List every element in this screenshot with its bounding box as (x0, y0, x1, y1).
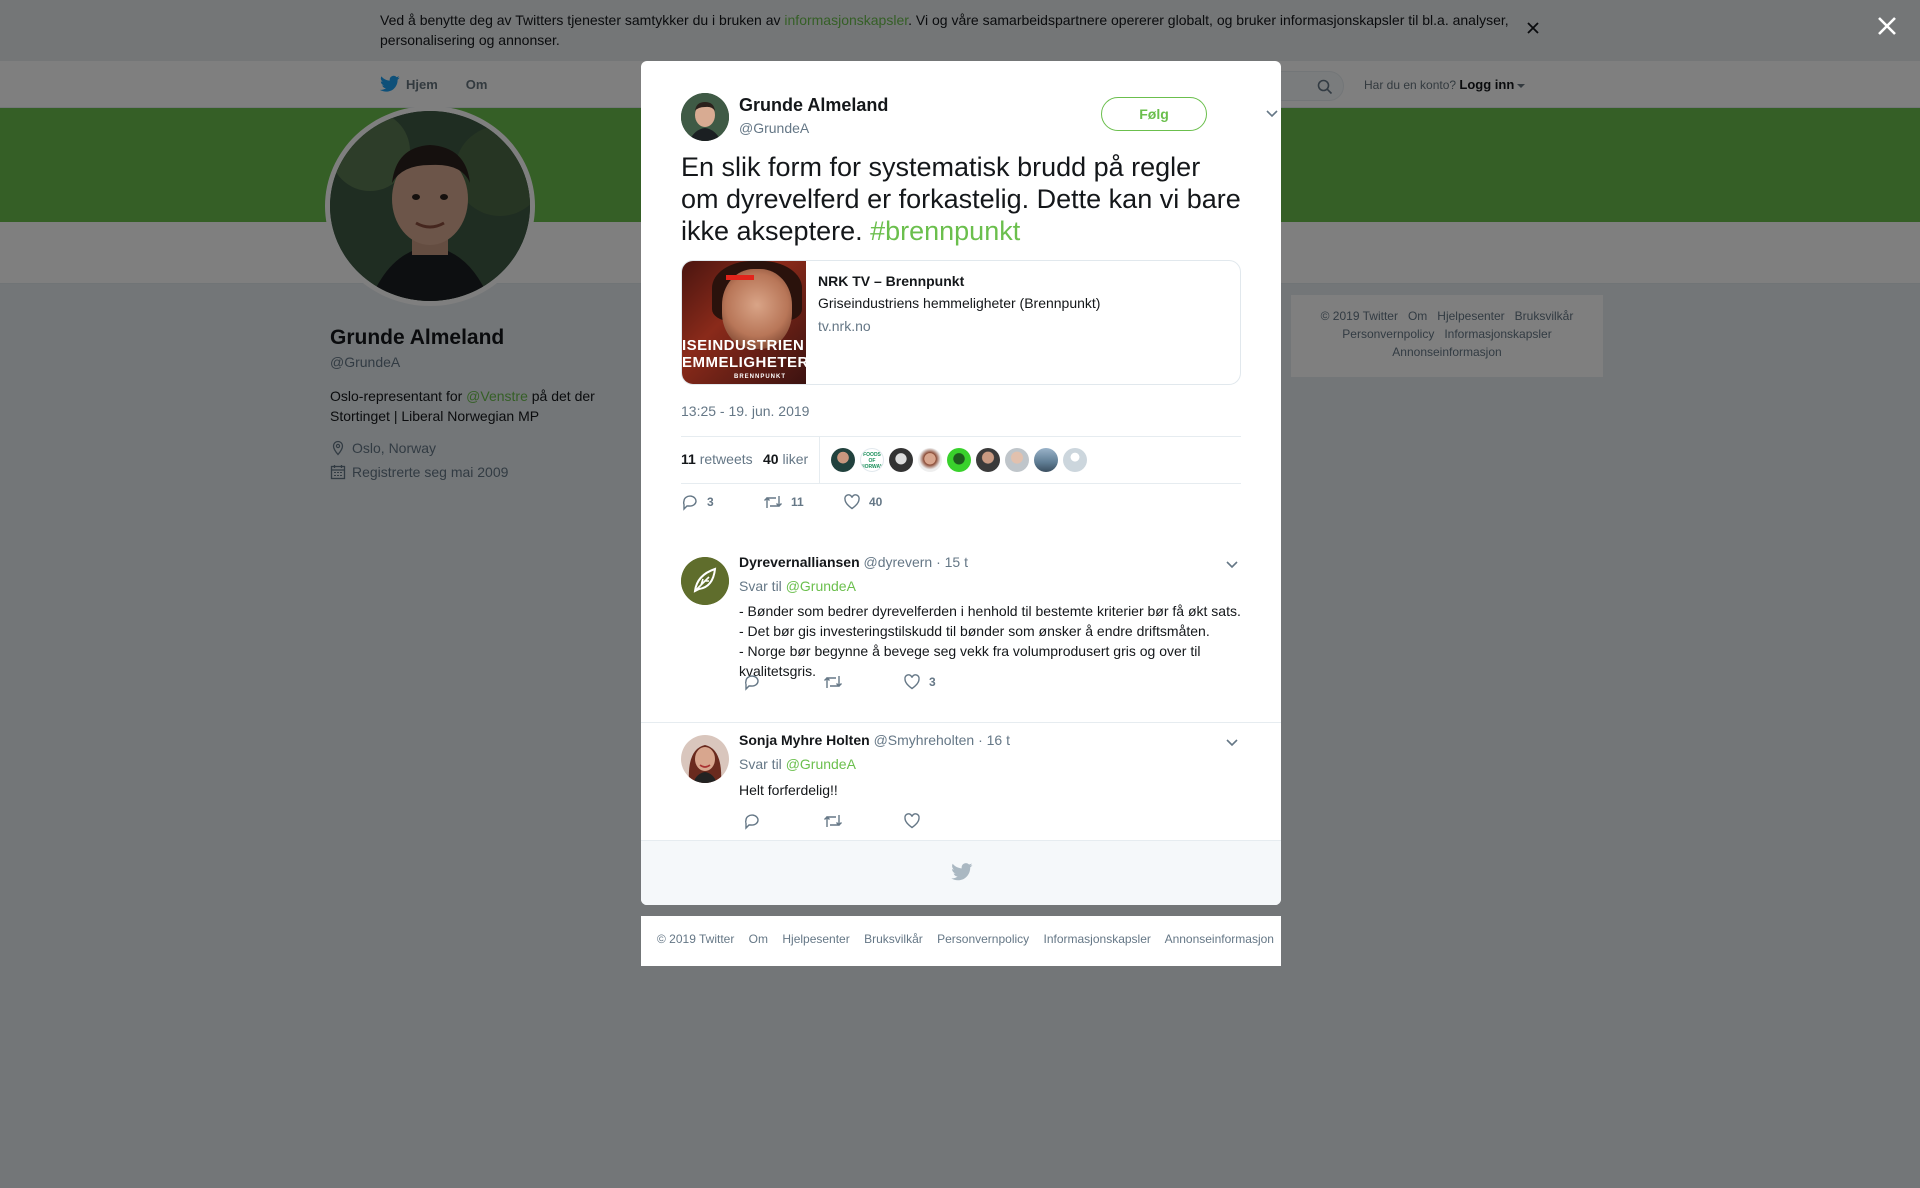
likes-stat[interactable]: 40 liker (763, 451, 808, 467)
card-domain: tv.nrk.no (818, 318, 871, 334)
liker-avatars: FOODS OF NORWAY (831, 448, 1092, 472)
retweet-action[interactable]: 11 (763, 493, 843, 511)
follow-button[interactable]: Følg (1101, 97, 1207, 131)
reply-photo (681, 735, 729, 783)
reply-author-name[interactable]: Sonja Myhre Holten (739, 732, 870, 748)
like-action[interactable]: 3 (903, 673, 936, 691)
reply-time[interactable]: · 15 t (936, 554, 968, 570)
reply-to-mention[interactable]: @GrundeA (786, 756, 856, 772)
liker-avatar[interactable] (976, 448, 1000, 472)
reply-actions: 3 (743, 673, 936, 691)
liker-avatar[interactable] (947, 448, 971, 472)
reply-avatar[interactable] (681, 735, 729, 783)
author-avatar[interactable] (681, 93, 729, 141)
reply-to: Svar til @GrundeA (739, 578, 856, 594)
modal-bottom-footer: © 2019 Twitter Om Hjelpesenter Bruksvilk… (641, 916, 1281, 966)
author-handle[interactable]: @GrundeA (739, 120, 809, 136)
link-card[interactable]: ISEINDUSTRIEN EMMELIGHETER BRENNPUNKT NR… (681, 260, 1241, 385)
modal-footer (641, 840, 1281, 905)
reply-icon[interactable] (743, 812, 761, 830)
liker-avatar[interactable] (1005, 448, 1029, 472)
twitter-bird-icon (951, 863, 973, 881)
reply-action[interactable]: 3 (681, 493, 763, 511)
footer-link[interactable]: Hjelpesenter (782, 932, 849, 946)
chevron-down-icon[interactable] (1265, 109, 1279, 119)
reply-to-mention[interactable]: @GrundeA (786, 578, 856, 594)
reply-author-name[interactable]: Dyrevernalliansen (739, 554, 860, 570)
reply-icon[interactable] (743, 673, 761, 691)
retweet-icon (764, 496, 782, 508)
footer-link[interactable]: Bruksvilkår (864, 932, 923, 946)
heart-icon (844, 494, 860, 510)
retweets-stat[interactable]: 11 retweets (681, 451, 753, 467)
tweet-modal: Grunde Almeland @GrundeA Følg En slik fo… (641, 61, 1281, 905)
liker-avatar[interactable] (889, 448, 913, 472)
reply-author-handle[interactable]: @Smyhreholten (874, 732, 975, 748)
card-description: Griseindustriens hemmeligheter (Brennpun… (818, 295, 1101, 311)
liker-avatar[interactable] (1034, 448, 1058, 472)
reply-actions (743, 812, 921, 830)
liker-avatar[interactable] (918, 448, 942, 472)
tweet-actions: 3 11 40 (681, 493, 882, 511)
liker-avatar[interactable] (831, 448, 855, 472)
reply-text: Helt forferdelig!! (739, 782, 838, 798)
tweet-header: Grunde Almeland @GrundeA Følg (681, 93, 1278, 143)
retweet-icon[interactable] (823, 812, 843, 830)
card-title: NRK TV – Brennpunkt (818, 273, 965, 289)
divider (819, 437, 820, 483)
author-photo (681, 93, 729, 141)
author-name[interactable]: Grunde Almeland (739, 95, 888, 116)
close-icon[interactable] (1873, 12, 1901, 40)
footer-link[interactable]: Om (749, 932, 768, 946)
heart-icon (904, 674, 920, 690)
tweet-text: En slik form for systematisk brudd på re… (681, 152, 1241, 246)
liker-avatar[interactable] (1063, 448, 1087, 472)
hashtag-link[interactable]: #brennpunkt (870, 216, 1020, 246)
reply-author-handle[interactable]: @dyrevern (864, 554, 933, 570)
footer-link[interactable]: © 2019 Twitter (657, 932, 734, 946)
reply-header: Sonja Myhre Holten @Smyhreholten · 16 t (739, 732, 1010, 748)
chevron-down-icon[interactable] (1225, 738, 1239, 748)
reply-to: Svar til @GrundeA (739, 756, 856, 772)
tweet-stats: 11 retweets 40 liker FOODS OF NORWAY (681, 436, 1241, 484)
card-thumbnail: ISEINDUSTRIEN EMMELIGHETER BRENNPUNKT (682, 261, 806, 384)
reply-avatar[interactable] (681, 557, 729, 605)
chevron-down-icon[interactable] (1225, 560, 1239, 570)
leaf-icon (681, 557, 729, 605)
divider (641, 722, 1281, 723)
reply-header: Dyrevernalliansen @dyrevern · 15 t (739, 554, 968, 570)
retweet-icon[interactable] (823, 673, 843, 691)
tweet-timestamp[interactable]: 13:25 - 19. jun. 2019 (681, 403, 809, 419)
like-action[interactable]: 40 (843, 493, 882, 511)
reply-time[interactable]: · 16 t (978, 732, 1010, 748)
footer-link[interactable]: Personvernpolicy (937, 932, 1029, 946)
liker-avatar[interactable]: FOODS OF NORWAY (860, 448, 884, 472)
heart-icon[interactable] (903, 812, 921, 830)
footer-link[interactable]: Annonseinformasjon (1165, 932, 1274, 946)
reply-icon (682, 495, 697, 511)
footer-link[interactable]: Informasjonskapsler (1044, 932, 1151, 946)
